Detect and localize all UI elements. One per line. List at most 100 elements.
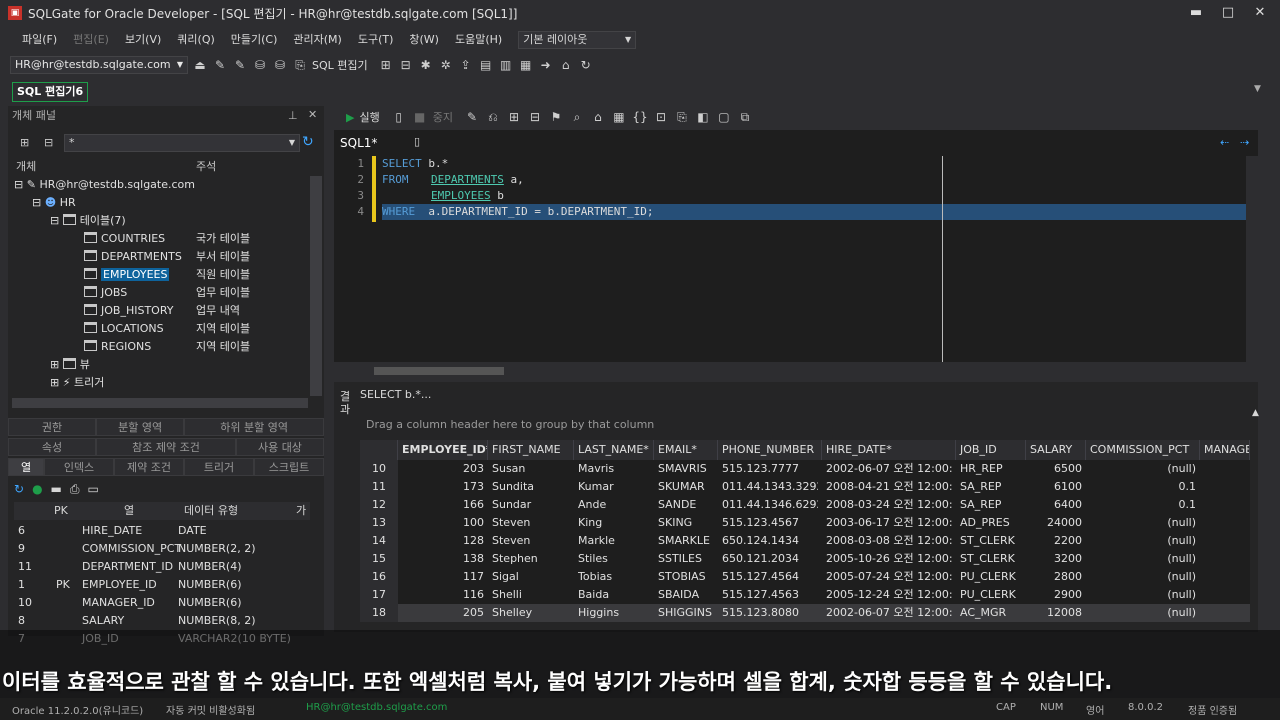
grid-cell-hire[interactable]: 2002-06-07 오전 12:00:00	[826, 460, 952, 478]
grid-cell-fn[interactable]: Steven	[492, 532, 570, 550]
run-icon[interactable]: ▶	[346, 111, 354, 124]
table-row[interactable]: 15 138 Stephen Stiles SSTILES 650.121.2034 200…	[360, 550, 1250, 568]
grid-cell-comm[interactable]: (null)	[1090, 514, 1196, 532]
comment-icon[interactable]: ⊞	[506, 109, 522, 125]
grid-column-header[interactable]: EMPLOYEE_ID*	[398, 440, 488, 460]
grid-cell-comm[interactable]: (null)	[1090, 532, 1196, 550]
stop-icon[interactable]: ■	[412, 109, 428, 125]
menu-view[interactable]: 보기(V)	[117, 28, 169, 52]
menu-tools[interactable]: 도구(T)	[350, 28, 402, 52]
copy-doc-icon[interactable]: ⧉	[737, 109, 753, 125]
column-row[interactable]: 9 COMMISSION_PCT NUMBER(2, 2)	[14, 540, 314, 558]
grid-column-header[interactable]: PHONE_NUMBER	[718, 440, 822, 460]
table-row[interactable]: 13 100 Steven King SKING 515.123.4567 2003-06-…	[360, 514, 1250, 532]
grid-cell-id[interactable]: 116	[402, 586, 484, 604]
grid-cell-fn[interactable]: Sundar	[492, 496, 570, 514]
grid-cell-n[interactable]: 13	[360, 514, 398, 532]
grid-cell-sal[interactable]: 6100	[1030, 478, 1082, 496]
grid-cell-fn[interactable]: Shelley	[492, 604, 570, 622]
column-header-object[interactable]: 개체	[16, 158, 36, 174]
grid-cell-hire[interactable]: 2005-07-24 오전 12:00:00	[826, 568, 952, 586]
grid-cell-fn[interactable]: Steven	[492, 514, 570, 532]
menu-file[interactable]: 파일(F)	[14, 28, 65, 52]
collapse-all-icon[interactable]: ⊟	[44, 136, 53, 149]
object-browser-icon[interactable]: ⊞	[378, 57, 394, 73]
new-tab-icon[interactable]: ▯	[414, 135, 420, 148]
grid-cell-hire[interactable]: 2008-04-21 오전 12:00:00	[826, 478, 952, 496]
result-tab[interactable]: 결과	[338, 390, 352, 416]
grid-cell-sal[interactable]: 12008	[1030, 604, 1082, 622]
expand-all-icon[interactable]: ⊞	[20, 136, 29, 149]
export-icon[interactable]: ⇪	[458, 57, 474, 73]
braces-icon[interactable]: {}	[632, 109, 648, 125]
grid-column-header[interactable]: SALARY	[1026, 440, 1086, 460]
grid-corner[interactable]	[360, 440, 398, 460]
arrow-right-icon[interactable]: ⇢	[1240, 136, 1249, 149]
grid-cell-comm[interactable]: (null)	[1090, 550, 1196, 568]
grid-cell-job[interactable]: ST_CLERK	[960, 550, 1022, 568]
tree-triggers-node[interactable]: ⊞ ⚡ 트리거	[50, 374, 104, 392]
grid-cell-n[interactable]: 14	[360, 532, 398, 550]
panel-icon[interactable]: ▥	[498, 57, 514, 73]
grid-cell-phone[interactable]: 650.124.1434	[722, 532, 818, 550]
comment-icon[interactable]: ▭	[88, 482, 99, 497]
result-grid[interactable]: EMPLOYEE_ID* FIRST_NAME LAST_NAME* EMAIL* PH…	[360, 440, 1250, 622]
commit-icon[interactable]: ⛁	[252, 57, 268, 73]
grid-cell-phone[interactable]: 515.127.4563	[722, 586, 818, 604]
print-icon[interactable]: ⎙	[70, 482, 80, 497]
grid-cell-id[interactable]: 117	[402, 568, 484, 586]
object-filter-input[interactable]: * ▼	[64, 134, 300, 152]
tree-schema[interactable]: ⊟ ☻ HR	[32, 194, 76, 212]
grid-cell-hire[interactable]: 2008-03-08 오전 12:00:00	[826, 532, 952, 550]
schema-icon[interactable]: ⊟	[398, 57, 414, 73]
grid-cell-fn[interactable]: Sundita	[492, 478, 570, 496]
grid-cell-hire[interactable]: 2008-03-24 오전 12:00:00	[826, 496, 952, 514]
table-row[interactable]: 11173 Sundita Kumar SKUMAR 011.44.1343.32926…	[360, 478, 1250, 496]
column-row[interactable]: 1 PK EMPLOYEE_ID NUMBER(6)	[14, 576, 314, 594]
grid-cell-ln[interactable]: Mavris	[578, 460, 650, 478]
window-icon[interactable]: ▦	[518, 57, 534, 73]
grid-cell-comm[interactable]: 0.1	[1090, 496, 1197, 514]
grid-cell-email[interactable]: STOBIAS	[658, 568, 714, 586]
grid-cell-id[interactable]: 100	[402, 514, 484, 532]
chevron-down-icon[interactable]: ▼	[1254, 84, 1261, 94]
plug-icon[interactable]: ✎	[232, 57, 248, 73]
tab-triggers[interactable]: 트리거	[184, 458, 254, 476]
format-icon[interactable]: ⎌	[485, 109, 501, 125]
column-row[interactable]: 10 MANAGER_ID NUMBER(6)	[14, 594, 314, 612]
grid-cell-sal[interactable]: 24000	[1030, 514, 1082, 532]
refresh-icon[interactable]: ↻	[578, 57, 594, 73]
column-row[interactable]: 11 DEPARTMENT_ID NUMBER(4)	[14, 558, 314, 576]
maximize-button[interactable]: □	[1218, 4, 1238, 22]
grid-cell-id[interactable]: 173	[402, 478, 484, 496]
grid-cell-n[interactable]: 17	[360, 586, 398, 604]
new-doc-icon[interactable]: ▢	[716, 109, 732, 125]
grid-cell-phone[interactable]: 515.127.4564	[722, 568, 818, 586]
column-header-column[interactable]: 열	[124, 502, 134, 520]
disconnect-icon[interactable]: ⏏	[192, 57, 208, 73]
menu-create[interactable]: 만들기(C)	[223, 28, 286, 52]
bookmark-icon[interactable]: ⚑	[548, 109, 564, 125]
close-icon[interactable]: ✕	[308, 108, 317, 121]
refresh-icon[interactable]: ↻	[14, 482, 24, 497]
grid-cell-job[interactable]: ST_CLERK	[960, 532, 1022, 550]
grid-cell-sal[interactable]: 2900	[1030, 586, 1082, 604]
grid-cell-ln[interactable]: Tobias	[578, 568, 650, 586]
grid-cell-comm[interactable]: (null)	[1090, 604, 1196, 622]
tab-indexes[interactable]: 인덱스	[44, 458, 114, 476]
grid-cell-id[interactable]: 205	[402, 604, 484, 622]
sql-tab[interactable]: SQL1*	[334, 132, 408, 154]
grid-cell-sal[interactable]: 2200	[1030, 532, 1082, 550]
tree-scrollbar[interactable]	[310, 176, 322, 396]
grid-cell-comm[interactable]: (null)	[1090, 586, 1196, 604]
grid-cell-ln[interactable]: Markle	[578, 532, 650, 550]
grid-cell-ln[interactable]: Kumar	[578, 478, 650, 496]
tree-connection[interactable]: ⊟ ✎ HR@hr@testdb.sqlgate.com	[14, 176, 195, 194]
run-button[interactable]: 실행	[359, 109, 379, 125]
tree-table-item-selected[interactable]: EMPLOYEES	[84, 266, 170, 284]
grid-cell-phone[interactable]: 650.121.2034	[722, 550, 818, 568]
tab-properties[interactable]: 속성	[8, 438, 97, 456]
grid-cell-job[interactable]: PU_CLERK	[960, 568, 1022, 586]
grid-cell-ln[interactable]: Higgins	[578, 604, 650, 622]
grid-cell-email[interactable]: SKING	[658, 514, 714, 532]
